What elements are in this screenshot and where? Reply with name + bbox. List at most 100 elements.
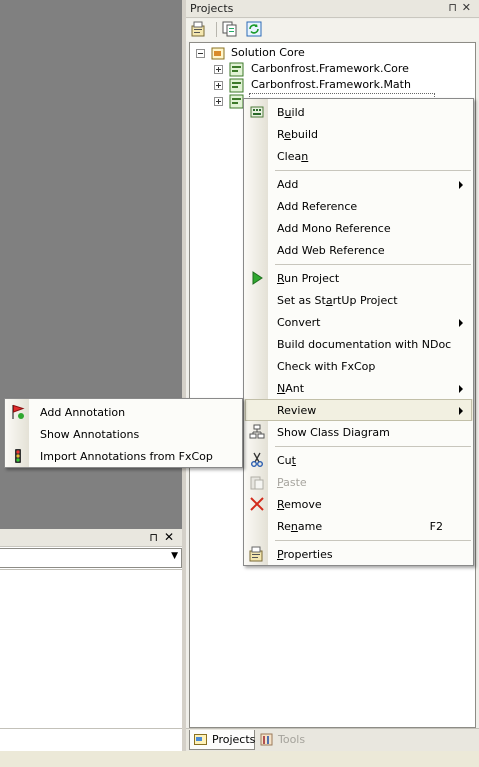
project-icon [229, 62, 244, 77]
show-all-files-icon[interactable] [222, 21, 241, 39]
menu-item-set-startup-project[interactable]: Set as StartUp Project [244, 289, 473, 311]
tree-item-label: Carbonfrost.Framework.Math [251, 78, 411, 91]
tab-tools[interactable]: Tools [256, 730, 312, 750]
tree-item-project[interactable]: Carbonfrost.Framework.Core [214, 61, 474, 77]
project-icon [229, 94, 244, 109]
review-submenu: Add Annotation Show Annotations Import A… [4, 398, 243, 468]
pane-tab-strip: Projects Tools [186, 728, 479, 751]
submenu-arrow-icon [459, 181, 463, 189]
menu-item-nant[interactable]: NAnt [244, 377, 473, 399]
run-icon [249, 270, 265, 286]
expand-toggle[interactable] [214, 65, 223, 74]
close-icon[interactable]: ✕ [462, 1, 471, 14]
accel-char: P [277, 476, 284, 489]
menu-item-add-annotation[interactable]: Add Annotation [5, 401, 242, 423]
menu-item-show-annotations[interactable]: Show Annotations [5, 423, 242, 445]
menu-item-label: NAnt [277, 382, 305, 395]
chevron-down-icon[interactable]: ▼ [171, 551, 178, 561]
bottom-pane-header: ⊓ ✕ [0, 529, 182, 547]
menu-item-build-ndoc[interactable]: Build documentation with NDoc [244, 333, 473, 355]
tools-tab-icon [260, 733, 274, 746]
collapse-toggle[interactable] [196, 49, 205, 58]
refresh-icon[interactable] [246, 21, 265, 39]
submenu-arrow-icon [459, 385, 463, 393]
menu-item-label: Paste [277, 476, 307, 489]
accel-char: e [284, 128, 291, 141]
tree-item-project[interactable]: Carbonfrost.Framework.Math [214, 77, 474, 93]
menu-item-rebuild[interactable]: Rebuild [244, 123, 473, 145]
menu-item-add-web-reference[interactable]: Add Web Reference [244, 239, 473, 261]
tree-item-label: Carbonfrost.Framework.Core [251, 62, 409, 75]
menu-item-paste[interactable]: Paste [244, 471, 473, 493]
menu-item-add-mono-reference[interactable]: Add Mono Reference [244, 217, 473, 239]
menu-item-add[interactable]: Add [244, 173, 473, 195]
menu-item-rename[interactable]: Rename F2 [244, 515, 473, 537]
tab-label: Tools [278, 733, 306, 746]
menu-item-label: Set as StartUp Project [277, 294, 398, 307]
divider [0, 728, 182, 729]
menu-item-build[interactable]: Build [244, 101, 473, 123]
menu-item-show-class-diagram[interactable]: Show Class Diagram [244, 421, 473, 443]
properties-icon [249, 546, 265, 562]
toolbar-separator [216, 22, 217, 37]
bottom-pane: ⊓ ✕ ▼ [0, 529, 182, 751]
tree-item-solution[interactable]: Solution Core [196, 45, 466, 61]
cut-icon [249, 452, 265, 468]
submenu-arrow-icon [459, 319, 463, 327]
menu-item-label: Clean [277, 150, 309, 163]
close-icon[interactable]: ✕ [164, 530, 174, 544]
properties-icon[interactable] [191, 21, 210, 39]
remove-icon [249, 496, 265, 512]
divider [0, 569, 182, 570]
menu-item-label: Cut [277, 454, 296, 467]
menu-item-label: Properties [277, 548, 333, 561]
bottom-pane-combo[interactable]: ▼ [0, 548, 182, 568]
class-diagram-icon [249, 424, 265, 440]
projects-pane-header: Projects ⊓ ✕ [186, 0, 479, 18]
submenu-arrow-icon [459, 407, 463, 415]
accel-char: n [301, 150, 309, 163]
pin-icon[interactable]: ⊓ [149, 531, 158, 544]
menu-item-label: Show Annotations [40, 428, 140, 441]
menu-item-label: Show Class Diagram [277, 426, 390, 439]
menu-item-properties[interactable]: Properties [244, 543, 473, 565]
pin-icon[interactable]: ⊓ [448, 1, 457, 14]
traffic-light-icon [10, 448, 26, 464]
solution-icon [211, 46, 226, 61]
expand-toggle[interactable] [214, 81, 223, 90]
menu-item-remove[interactable]: Remove [244, 493, 473, 515]
project-context-menu: Build Rebuild Clean Add Add Reference Ad… [243, 98, 474, 566]
menu-item-label: Rename [277, 520, 323, 533]
accel-char: u [284, 106, 292, 119]
pane-title: Projects [190, 2, 234, 15]
expand-toggle[interactable] [214, 97, 223, 106]
menu-item-cut[interactable]: Cut [244, 449, 473, 471]
menu-item-label: Add Reference [277, 200, 358, 213]
menu-item-label: Rebuild [277, 128, 318, 141]
menu-item-label: Add Annotation [40, 406, 126, 419]
tab-projects[interactable]: Projects [189, 730, 255, 750]
menu-item-clean[interactable]: Clean [244, 145, 473, 167]
menu-item-label: Run Project [277, 272, 340, 285]
menu-item-check-fxcop[interactable]: Check with FxCop [244, 355, 473, 377]
menu-separator [275, 170, 471, 171]
menu-item-label: Check with FxCop [277, 360, 376, 373]
menu-item-add-reference[interactable]: Add Reference [244, 195, 473, 217]
projects-toolbar [186, 19, 479, 41]
menu-item-import-annotations[interactable]: Import Annotations from FxCop [5, 445, 242, 467]
accel-char: P [277, 548, 284, 561]
menu-item-label: Build [277, 106, 305, 119]
menu-item-label: Remove [277, 498, 322, 511]
projects-tab-icon [194, 733, 208, 746]
menu-separator [275, 540, 471, 541]
menu-item-label: Convert [277, 316, 321, 329]
menu-item-label: Build documentation with NDoc [277, 338, 452, 351]
menu-item-convert[interactable]: Convert [244, 311, 473, 333]
build-icon [249, 104, 265, 120]
menu-item-review[interactable]: Review [244, 399, 473, 421]
menu-item-run-project[interactable]: Run Project [244, 267, 473, 289]
add-annotation-icon [10, 404, 26, 420]
accel-char: R [277, 272, 285, 285]
menu-item-label: Import Annotations from FxCop [40, 450, 213, 463]
tab-label: Projects [212, 733, 256, 746]
